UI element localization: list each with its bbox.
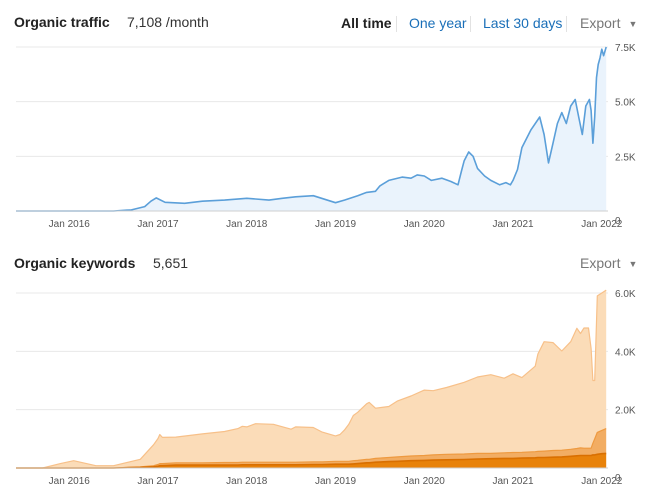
x-tick-label: Jan 2021	[492, 219, 534, 230]
y-tick-label: 7.5K	[615, 43, 636, 54]
traffic-area	[16, 47, 607, 211]
x-tick-label: Jan 2018	[226, 476, 268, 487]
x-tick-label: Jan 2016	[49, 219, 91, 230]
y-tick-label: 5.0K	[615, 98, 636, 109]
organic-traffic-panel: Organic traffic 7,108 /month All time On…	[0, 0, 661, 240]
x-tick-label: Jan 2017	[137, 219, 179, 230]
x-tick-label: Jan 2021	[492, 476, 534, 487]
organic-keywords-panel: Organic keywords 5,651 Export ▼ 0 2.0K 4.0K…	[0, 248, 661, 491]
x-tick-label: Jan 2022	[581, 476, 623, 487]
x-tick-label: Jan 2016	[49, 476, 91, 487]
traffic-chart: 02.5K5.0K7.5KJan 2016 Jan 2017 Jan 2018 Jan…	[16, 43, 636, 230]
y-tick-label: 2.5K	[615, 152, 636, 163]
x-tick-label: Jan 2019	[315, 219, 357, 230]
y-tick-label: 6.0K	[615, 289, 636, 300]
keywords-area-rest	[16, 290, 607, 468]
x-tick-label: Jan 2019	[315, 476, 357, 487]
y-tick-label: 2.0K	[615, 406, 636, 417]
x-tick-label: Jan 2020	[404, 219, 446, 230]
x-tick-label: Jan 2020	[404, 476, 446, 487]
x-tick-label: Jan 2017	[137, 476, 179, 487]
keywords-chart: 02.0K4.0K6.0KJan 2016 Jan 2017 Jan 2018 Jan…	[16, 289, 636, 487]
y-tick-label: 4.0K	[615, 347, 636, 358]
x-tick-label: Jan 2018	[226, 219, 268, 230]
x-tick-label: Jan 2022	[581, 219, 623, 230]
